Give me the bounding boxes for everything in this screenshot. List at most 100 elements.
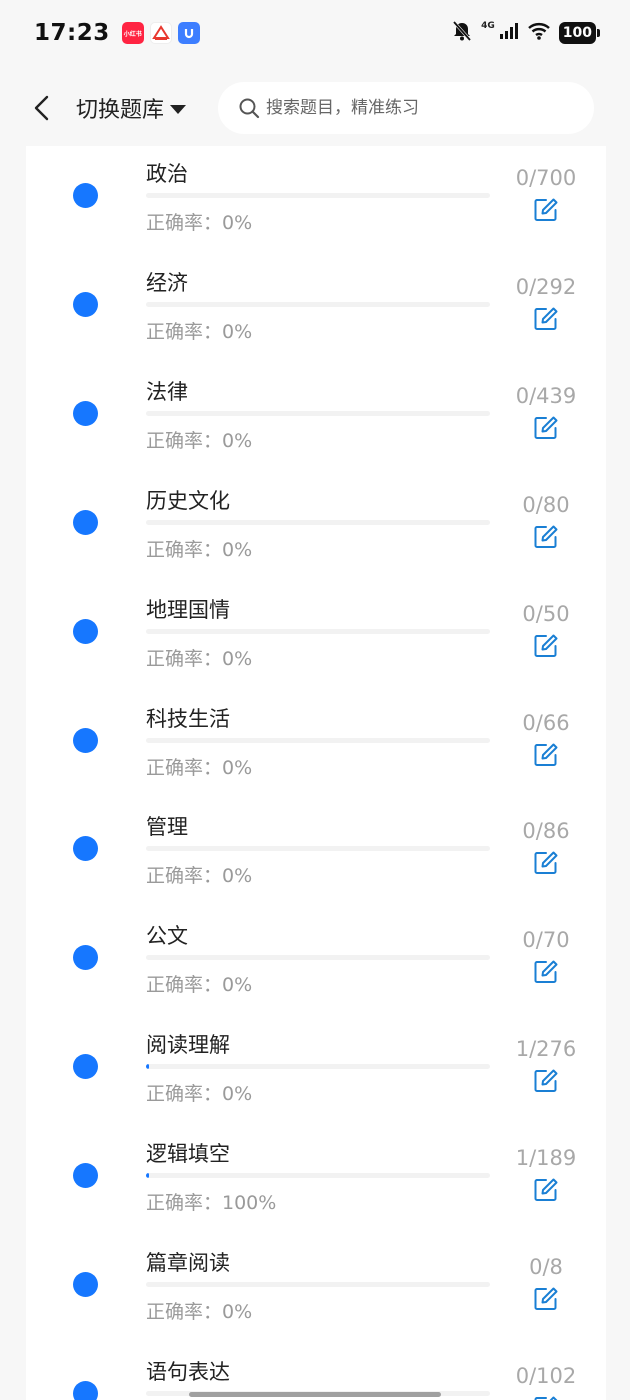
wifi-icon: [527, 22, 551, 44]
progress-count: 0/439: [515, 383, 577, 408]
edit-icon: [534, 1396, 558, 1400]
accuracy-text: 正确率：0%: [146, 538, 253, 561]
edit-practice-button[interactable]: [533, 1286, 559, 1312]
category-dot-icon: [73, 618, 98, 644]
blue-app-icon: [177, 22, 200, 44]
edit-icon: [534, 307, 558, 330]
progress-bar: [146, 1173, 490, 1179]
notification-app-icons: 小红书: [121, 22, 200, 44]
chevron-left-icon: [34, 95, 49, 121]
category-dot-icon: [73, 183, 98, 208]
progress-count: 0/66: [522, 710, 570, 735]
search-icon: [239, 98, 260, 119]
list-item[interactable]: 公文 正确率：0% 0/70: [26, 908, 606, 1017]
progress-bar: [146, 1064, 490, 1070]
edit-practice-button[interactable]: [533, 1177, 559, 1203]
edit-icon: [534, 198, 558, 221]
edit-icon: [534, 1178, 558, 1202]
progress-count: 0/70: [522, 928, 570, 953]
status-bar: 17:23 小红书 4G 100: [0, 0, 630, 66]
category-title: 公文: [146, 924, 188, 949]
accuracy-text: 正确率：0%: [146, 1301, 253, 1323]
edit-practice-button[interactable]: [533, 959, 559, 985]
accuracy-text: 正确率：0%: [146, 756, 253, 779]
category-title: 篇章阅读: [146, 1251, 230, 1275]
progress-bar: [146, 519, 490, 525]
battery-indicator: 100: [558, 22, 601, 44]
progress-count: 1/189: [515, 1146, 577, 1171]
category-dot-icon: [73, 836, 98, 862]
list-item[interactable]: 管理 正确率：0% 0/86: [26, 799, 606, 908]
home-indicator[interactable]: [189, 1392, 441, 1397]
edit-practice-button[interactable]: [533, 742, 559, 768]
list-item[interactable]: 篇章阅读正确率：0% 0/8: [26, 1235, 606, 1344]
progress-fill: [146, 1064, 149, 1070]
category-title: 政治: [146, 162, 188, 186]
progress-bar: [146, 410, 490, 416]
category-dot-icon: [73, 1163, 98, 1189]
edit-practice-button[interactable]: [533, 524, 559, 550]
edit-icon: [534, 525, 558, 548]
category-title: 法律: [146, 379, 188, 404]
caret-down-icon: [170, 104, 187, 114]
xiaohongshu-icon: 小红书: [121, 22, 144, 44]
category-dot-icon: [73, 509, 98, 535]
edit-icon: [534, 416, 558, 439]
list-item[interactable]: 科技生活 正确率：0% 0/66: [26, 691, 606, 800]
status-time: 17:23: [34, 20, 110, 46]
category-title: 地理国情: [146, 597, 230, 622]
edit-icon: [534, 960, 558, 984]
edit-icon: [534, 1287, 558, 1310]
edit-icon: [534, 634, 558, 657]
accuracy-text: 正确率：0%: [146, 865, 253, 888]
edit-practice-button[interactable]: [533, 633, 559, 659]
category-title: 语句表达: [146, 1359, 230, 1384]
category-dot-icon: [73, 945, 98, 971]
header: 切换题库: [0, 70, 630, 146]
back-button[interactable]: [26, 88, 56, 128]
progress-count: 0/86: [522, 819, 570, 844]
progress-count: 0/50: [522, 601, 570, 626]
progress-bar: [146, 955, 490, 961]
progress-count: 0/80: [522, 492, 570, 517]
progress-count: 0/8: [529, 1255, 563, 1279]
progress-bar: [146, 737, 490, 743]
edit-practice-button[interactable]: [533, 415, 559, 441]
edit-practice-button[interactable]: [533, 306, 559, 332]
accuracy-text: 正确率：0%: [146, 429, 253, 452]
edit-practice-button[interactable]: [533, 1068, 559, 1094]
edit-practice-button[interactable]: [533, 1395, 559, 1400]
list-item[interactable]: 阅读理解 正确率：0% 1/276: [26, 1017, 606, 1126]
category-dot-icon: [73, 1380, 98, 1400]
list-item[interactable]: 逻辑填空 正确率：100% 1/189: [26, 1126, 606, 1235]
progress-bar: [146, 846, 490, 852]
progress-bar: [146, 1282, 490, 1287]
edit-practice-button[interactable]: [533, 850, 559, 876]
network-type: 4G: [481, 21, 495, 31]
search-box[interactable]: [218, 82, 595, 134]
edit-practice-button[interactable]: [533, 197, 559, 223]
switch-question-bank-dropdown[interactable]: 切换题库: [76, 92, 187, 124]
category-dot-icon: [73, 400, 98, 426]
list-item[interactable]: 历史文化正确率：0% 0/80: [26, 473, 606, 582]
progress-bar: [146, 628, 490, 634]
status-indicators: 4G 100: [451, 20, 601, 46]
list-item[interactable]: 经济 正确率：0% 0/292: [26, 255, 606, 364]
category-title: 历史文化: [146, 488, 230, 513]
list-item[interactable]: 政治 正确率：0% 0/700: [26, 146, 606, 255]
category-dot-icon: [73, 1054, 98, 1080]
accuracy-text: 正确率：0%: [146, 320, 253, 343]
mountain-app-icon: [149, 22, 172, 44]
list-item[interactable]: 地理国情正确率：0% 0/50: [26, 582, 606, 691]
accuracy-text: 正确率：0%: [146, 647, 253, 670]
progress-count: 1/276: [515, 1037, 577, 1062]
accuracy-text: 正确率：0%: [146, 1083, 253, 1106]
category-dot-icon: [73, 727, 98, 753]
edit-icon: [534, 1069, 558, 1093]
progress-count: 0/700: [515, 166, 577, 190]
edit-icon: [534, 851, 558, 875]
list-item[interactable]: 法律正确率：0% 0/439: [26, 364, 606, 473]
progress-fill: [146, 1173, 149, 1179]
category-title: 经济: [146, 270, 188, 295]
search-input[interactable]: [266, 98, 547, 118]
